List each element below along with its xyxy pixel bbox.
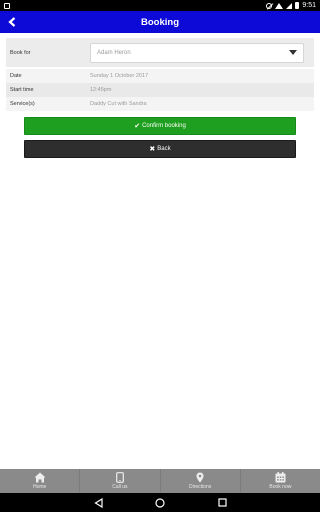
checkmark-icon: ✔ [134,123,141,130]
status-right: 9:51 [266,2,316,9]
start-time-value: 12:45pm [90,87,112,93]
system-nav-bar [0,493,320,512]
phone-icon [115,472,124,483]
nav-item-home[interactable]: Home [0,469,81,493]
status-left [4,2,10,9]
nav-label-home: Home [32,484,47,490]
start-time-row: Start time 12:45pm [6,83,314,97]
page-title: Booking [141,16,179,28]
wifi-icon [275,2,284,9]
services-row: Service(s) Daddy Cut with Sandra [6,97,314,111]
nav-label-call-us: Call us [112,484,128,490]
confirm-booking-button[interactable]: ✔ Confirm booking [24,117,296,135]
book-for-selected-value: Adam Heron [97,49,131,56]
app-header: Booking [0,11,320,33]
status-bar: 9:51 [0,0,320,11]
date-row: Date Sunday 1 October 2017 [6,69,314,83]
book-for-row: Book for Adam Heron [6,38,314,67]
system-back-icon[interactable] [92,497,104,509]
notification-icon [4,2,10,9]
home-icon [34,472,46,483]
book-for-select[interactable]: Adam Heron [90,42,304,63]
bottom-nav: Home Call us Directions Book now [0,469,320,493]
nav-item-book-now[interactable]: Book now [241,469,320,493]
start-time-label: Start time [10,87,34,93]
map-pin-icon [196,472,204,483]
services-value: Daddy Cut with Sandra [90,101,147,107]
book-for-label: Book for [10,49,31,56]
status-time: 9:51 [302,2,316,9]
do-not-disturb-icon [266,2,273,9]
booking-form: Book for Adam Heron Date Sunday 1 Octobe… [6,38,314,111]
calendar-icon [275,472,286,483]
nav-label-directions: Directions [189,484,212,490]
back-button[interactable]: ✖ Back [24,140,296,158]
battery-icon [295,2,300,9]
back-label: Back [157,146,171,152]
nav-item-call-us[interactable]: Call us [80,469,161,493]
system-home-icon[interactable] [154,497,166,509]
date-label: Date [10,73,22,79]
chevron-down-icon [289,50,297,55]
back-arrow-icon[interactable] [5,15,19,29]
nav-label-book-now: Book now [269,484,292,490]
date-value: Sunday 1 October 2017 [90,73,149,79]
nav-item-directions[interactable]: Directions [161,469,241,493]
signal-icon [286,2,293,9]
system-recents-icon[interactable] [216,497,228,509]
confirm-booking-label: Confirm booking [142,123,186,129]
close-icon: ✖ [149,146,156,153]
services-label: Service(s) [10,101,35,107]
